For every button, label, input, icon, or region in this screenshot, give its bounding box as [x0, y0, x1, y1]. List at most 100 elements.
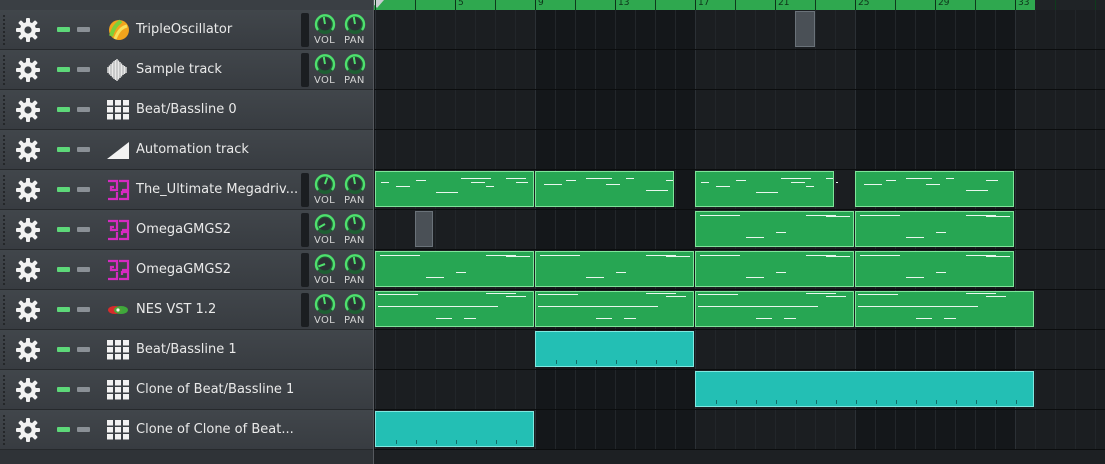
solo-button[interactable] — [77, 67, 90, 72]
track-lane[interactable] — [374, 10, 1105, 50]
pattern-clip[interactable] — [855, 171, 1014, 207]
track-drag-handle[interactable] — [2, 294, 6, 325]
track-lane[interactable] — [374, 90, 1105, 130]
track-settings-gear-icon[interactable] — [15, 377, 41, 403]
solo-button[interactable] — [77, 107, 90, 112]
pattern-clip[interactable] — [535, 251, 694, 287]
solo-button[interactable] — [77, 227, 90, 232]
track-lane[interactable] — [374, 370, 1105, 410]
volume-knob[interactable] — [314, 213, 336, 235]
track-lane[interactable] — [374, 130, 1105, 170]
solo-button[interactable] — [77, 27, 90, 32]
track-drag-handle[interactable] — [2, 54, 6, 85]
mute-button[interactable] — [57, 307, 70, 312]
mute-button[interactable] — [57, 387, 70, 392]
mute-button[interactable] — [57, 227, 70, 232]
track-drag-handle[interactable] — [2, 14, 6, 45]
pattern-clip[interactable] — [855, 251, 1014, 287]
track-name[interactable]: OmegaGMGS2 — [136, 262, 231, 278]
track-name[interactable]: TripleOscillator — [136, 22, 232, 38]
track-settings-gear-icon[interactable] — [15, 217, 41, 243]
pattern-clip[interactable] — [855, 211, 1014, 247]
track-name[interactable]: Beat/Bassline 1 — [136, 342, 237, 358]
pan-knob[interactable] — [344, 253, 366, 275]
mute-button[interactable] — [57, 107, 70, 112]
volume-knob[interactable] — [314, 13, 336, 35]
track-lane[interactable] — [374, 210, 1105, 250]
solo-button[interactable] — [77, 387, 90, 392]
mute-button[interactable] — [57, 147, 70, 152]
track-settings-gear-icon[interactable] — [15, 417, 41, 443]
track-settings-gear-icon[interactable] — [15, 257, 41, 283]
solo-button[interactable] — [77, 187, 90, 192]
track-settings-gear-icon[interactable] — [15, 137, 41, 163]
pattern-clip[interactable] — [695, 211, 854, 247]
pattern-clip[interactable] — [375, 251, 534, 287]
track-name[interactable]: OmegaGMGS2 — [136, 222, 231, 238]
track-drag-handle[interactable] — [2, 214, 6, 245]
track-name[interactable]: Beat/Bassline 0 — [136, 102, 237, 118]
pan-knob[interactable] — [344, 53, 366, 75]
scrollbar-track[interactable] — [374, 450, 1105, 464]
beat-pattern-clip[interactable] — [535, 331, 694, 367]
solo-button[interactable] — [77, 307, 90, 312]
track-name[interactable]: Automation track — [136, 142, 249, 158]
horizontal-scrollbar[interactable] — [0, 450, 1105, 464]
track-name[interactable]: The_Ultimate Megadriv... — [136, 182, 298, 198]
track-name[interactable]: Clone of Beat/Bassline 1 — [136, 382, 294, 398]
pan-knob[interactable] — [344, 13, 366, 35]
track-lane[interactable] — [374, 250, 1105, 290]
track-settings-gear-icon[interactable] — [15, 337, 41, 363]
track-settings-gear-icon[interactable] — [15, 17, 41, 43]
track-lane[interactable] — [374, 410, 1105, 450]
pattern-clip[interactable] — [695, 251, 854, 287]
track-settings-gear-icon[interactable] — [15, 97, 41, 123]
track-settings-gear-icon[interactable] — [15, 297, 41, 323]
beat-pattern-clip[interactable] — [375, 411, 534, 447]
pattern-clip[interactable] — [535, 171, 674, 207]
beat-pattern-clip[interactable] — [695, 371, 1034, 407]
volume-knob[interactable] — [314, 173, 336, 195]
track-drag-handle[interactable] — [2, 254, 6, 285]
track-lane[interactable] — [374, 290, 1105, 330]
track-drag-handle[interactable] — [2, 94, 6, 125]
solo-button[interactable] — [77, 147, 90, 152]
pattern-clip[interactable] — [375, 291, 534, 327]
solo-button[interactable] — [77, 427, 90, 432]
pattern-clip[interactable] — [375, 171, 534, 207]
mute-button[interactable] — [57, 27, 70, 32]
pan-knob[interactable] — [344, 173, 366, 195]
volume-knob[interactable] — [314, 293, 336, 315]
track-name[interactable]: Clone of Clone of Beat... — [136, 422, 294, 438]
track-lane[interactable] — [374, 330, 1105, 370]
pan-knob[interactable] — [344, 293, 366, 315]
track-drag-handle[interactable] — [2, 334, 6, 365]
track-drag-handle[interactable] — [2, 414, 6, 445]
track-settings-gear-icon[interactable] — [15, 57, 41, 83]
track-name[interactable]: NES VST 1.2 — [136, 302, 216, 318]
mute-button[interactable] — [57, 267, 70, 272]
pattern-clip[interactable] — [695, 171, 838, 207]
solo-button[interactable] — [77, 267, 90, 272]
sample-clip[interactable] — [795, 11, 815, 47]
mute-button[interactable] — [57, 67, 70, 72]
track-lane[interactable] — [374, 50, 1105, 90]
sample-clip[interactable] — [415, 211, 433, 247]
timeline-ruler[interactable]: 5 9 13 17 21 25 29 33 — [374, 0, 1105, 10]
mute-button[interactable] — [57, 187, 70, 192]
solo-button[interactable] — [77, 347, 90, 352]
volume-knob[interactable] — [314, 253, 336, 275]
track-drag-handle[interactable] — [2, 374, 6, 405]
pattern-clip[interactable] — [695, 291, 854, 327]
track-lane[interactable] — [374, 170, 1105, 210]
mute-button[interactable] — [57, 347, 70, 352]
pattern-clip[interactable] — [855, 291, 1034, 327]
pattern-clip[interactable] — [535, 291, 694, 327]
track-drag-handle[interactable] — [2, 174, 6, 205]
track-drag-handle[interactable] — [2, 134, 6, 165]
track-settings-gear-icon[interactable] — [15, 177, 41, 203]
pan-knob[interactable] — [344, 213, 366, 235]
track-name[interactable]: Sample track — [136, 62, 222, 78]
mute-button[interactable] — [57, 427, 70, 432]
volume-knob[interactable] — [314, 53, 336, 75]
